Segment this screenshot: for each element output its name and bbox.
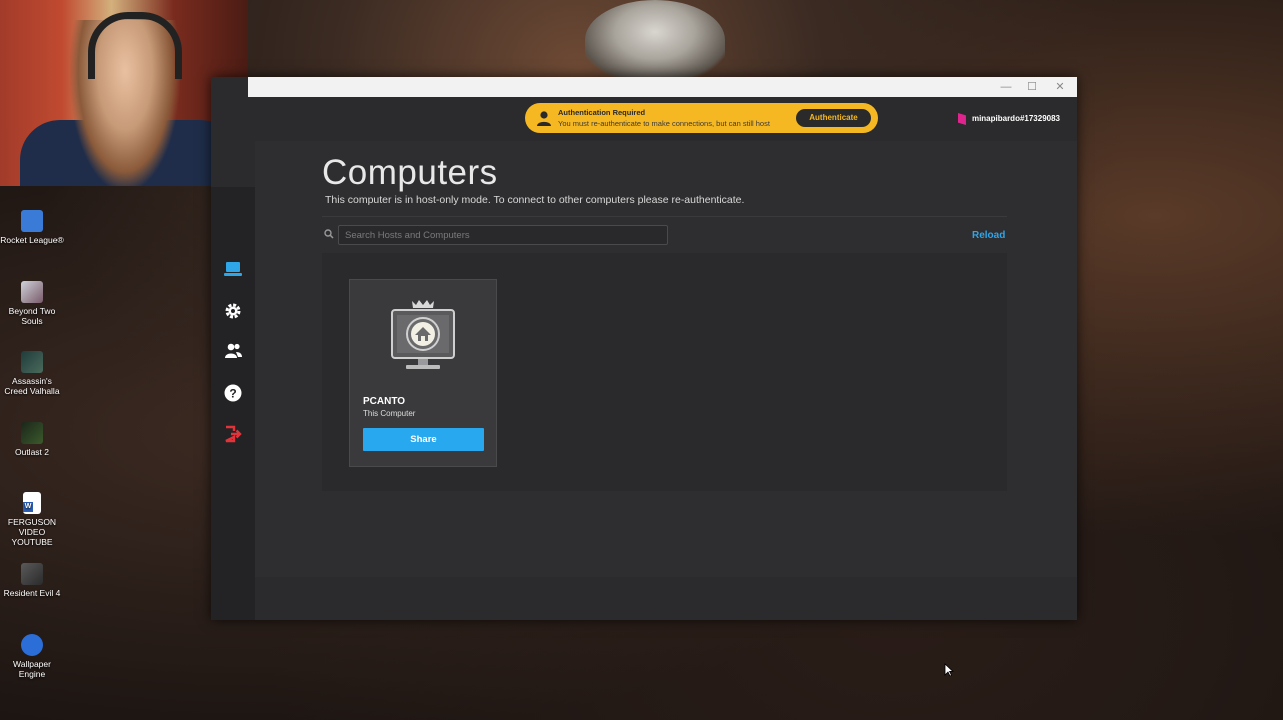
- webcam-headset: [88, 12, 182, 79]
- share-button[interactable]: Share: [363, 428, 484, 451]
- svg-text:?: ?: [229, 387, 236, 401]
- wallpaper-hooded-figure: [585, 0, 725, 80]
- home-computer-icon: [391, 300, 455, 369]
- resident-evil-icon: [21, 563, 43, 585]
- auth-banner-title: Authentication Required: [558, 108, 646, 117]
- computers-panel: PCANTO This Computer Share: [322, 253, 1007, 491]
- search-bar: [322, 225, 668, 245]
- user-account[interactable]: minapibardo#17329083: [957, 113, 1060, 125]
- desktop-icon-label: Resident Evil 4: [3, 588, 61, 598]
- auth-required-banner: Authentication Required You must re-auth…: [525, 103, 878, 133]
- word-document-icon: W: [23, 492, 41, 514]
- sidebar: ?: [211, 187, 255, 620]
- divider: [322, 216, 1007, 217]
- page-title: Computers: [322, 153, 498, 192]
- desktop-icon-label: Wallpaper Engine: [13, 659, 51, 679]
- auth-banner-message: You must re-authenticate to make connect…: [558, 119, 770, 128]
- maximize-button[interactable]: ☐: [1025, 80, 1039, 94]
- computer-card[interactable]: PCANTO This Computer Share: [349, 279, 497, 467]
- close-button[interactable]: ✕: [1053, 80, 1067, 94]
- desktop-icon-wallpaper-engine[interactable]: Wallpaper Engine: [0, 634, 64, 679]
- beyond-two-souls-icon: [21, 281, 43, 303]
- desktop-icon-label: Outlast 2: [14, 447, 50, 457]
- authenticate-button[interactable]: Authenticate: [796, 109, 871, 127]
- desktop-icon-label: Assassin's Creed Valhalla: [4, 376, 60, 396]
- desktop-icon-resident-evil-4[interactable]: Resident Evil 4: [0, 563, 64, 598]
- rocket-league-icon: [21, 210, 43, 232]
- parsec-window: — ☐ ✕ Authentication Required You must r…: [211, 77, 1077, 620]
- wallpaper-engine-icon: [21, 634, 43, 656]
- desktop-icon-ferguson-video[interactable]: W FERGUSON VIDEO YOUTUBE: [0, 492, 64, 547]
- person-icon: [537, 111, 551, 126]
- assassins-creed-icon: [21, 351, 43, 373]
- outlast-icon: [21, 422, 43, 444]
- page-subtitle: This computer is in host-only mode. To c…: [325, 194, 745, 206]
- desktop-icon-label: FERGUSON VIDEO YOUTUBE: [7, 517, 57, 547]
- gear-icon[interactable]: [223, 301, 243, 321]
- title-bar: — ☐ ✕: [248, 77, 1077, 97]
- main-content: Computers This computer is in host-only …: [255, 141, 1077, 577]
- parsec-logo-icon: [957, 113, 966, 125]
- search-icon: [324, 229, 334, 239]
- desktop-icon-beyond-two-souls[interactable]: Beyond Two Souls: [0, 281, 64, 326]
- computer-name: PCANTO: [363, 396, 406, 407]
- logout-icon[interactable]: [223, 424, 243, 444]
- search-input[interactable]: [338, 225, 668, 245]
- friends-icon[interactable]: [223, 341, 243, 361]
- reload-button[interactable]: Reload: [972, 230, 1005, 241]
- computer-description: This Computer: [363, 409, 416, 418]
- username: minapibardo#17329083: [971, 114, 1060, 124]
- desktop-icon-assassins-creed[interactable]: Assassin's Creed Valhalla: [0, 351, 64, 396]
- mouse-cursor-icon: [944, 663, 954, 677]
- desktop-icon-rocket-league[interactable]: Rocket League®: [0, 210, 64, 245]
- minimize-button[interactable]: —: [999, 80, 1013, 94]
- desktop-icon-label: Beyond Two Souls: [8, 306, 56, 326]
- desktop-icon-label: Rocket League®: [0, 235, 64, 245]
- help-icon[interactable]: ?: [223, 383, 243, 403]
- top-bar: Authentication Required You must re-auth…: [248, 97, 1077, 141]
- desktop-icon-outlast-2[interactable]: Outlast 2: [0, 422, 64, 457]
- computer-icon[interactable]: [223, 259, 243, 279]
